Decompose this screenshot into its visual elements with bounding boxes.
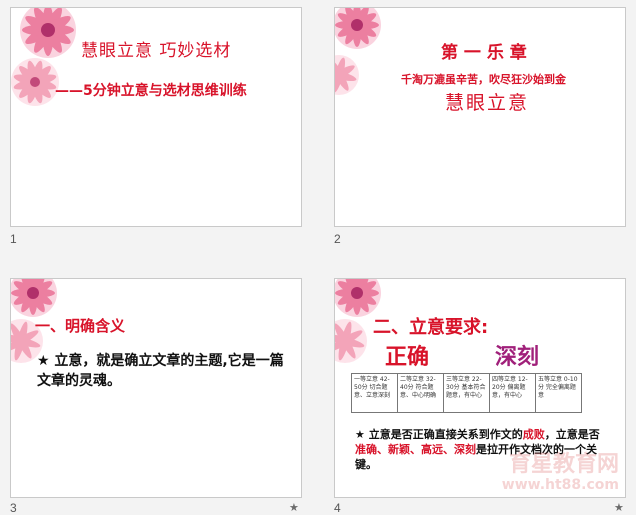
slide-4-body-text: ，立意是否 — [544, 428, 600, 441]
slide-number-2: 2 — [334, 232, 341, 246]
slide-4-word-correct: 正确 — [385, 345, 430, 370]
watermark: 育星教育网 www.ht88.com — [501, 452, 619, 494]
slide-4-animation-star-icon: ★ — [614, 501, 624, 514]
grading-table: 一等立意 42-50分 切合题意、立意深刻 二等立意 32-40分 符合题意、中… — [351, 373, 582, 413]
watermark-name: 育星教育网 — [508, 452, 619, 477]
slide-3-heading: 一、明确含义 — [35, 317, 126, 335]
slide-thumbnail-3[interactable]: 一、明确含义 ★ 立意，就是确立文章的主题,它是一篇文章的灵魂。 — [10, 278, 302, 498]
table-cell: 一等立意 42-50分 切合题意、立意深刻 — [351, 373, 398, 413]
watermark-url: www.ht88.com — [501, 477, 619, 493]
slide-thumbnail-2[interactable]: 第 一 乐 章 千淘万漉虽辛苦，吹尽狂沙始到金 慧眼立意 — [334, 7, 626, 227]
slide-thumbnail-1[interactable]: 慧眼立意 巧妙选材 ——5分钟立意与选材思维训练 — [10, 7, 302, 227]
slide-3-animation-star-icon: ★ — [289, 501, 299, 514]
slide-2-title: 第 一 乐 章 — [441, 43, 527, 63]
table-cell: 五等立意 0-10分 完全偏离题意 — [535, 373, 582, 413]
slide-3-body: ★ 立意，就是确立文章的主题,它是一篇文章的灵魂。 — [37, 353, 284, 389]
table-cell: 二等立意 32-40分 符合题意、中心明确 — [397, 373, 444, 413]
slide-number-1: 1 — [10, 232, 17, 246]
table-cell: 四等立意 12-20分 偏离题意，有中心 — [489, 373, 536, 413]
slide-1-subtitle: ——5分钟立意与选材思维训练 — [55, 83, 247, 99]
slide-thumbnail-4[interactable]: 二、立意要求: 正确 深刻 一等立意 42-50分 切合题意、立意深刻 二等立意… — [334, 278, 626, 498]
flower-decoration-icon — [335, 8, 381, 95]
slide-4-body-text: ★ 立意是否正确直接关系到作文的 — [355, 428, 523, 441]
slide-4-heading: 二、立意要求: — [373, 317, 489, 338]
slide-1-title: 慧眼立意 巧妙选材 — [81, 41, 232, 61]
slide-2-line: 千淘万漉虽辛苦，吹尽狂沙始到金 — [401, 73, 566, 86]
slide-4-body-highlight: 准确、新颖、高远、深刻 — [355, 443, 476, 456]
table-cell: 三等立意 22-30分 基本符合题意，有中心 — [443, 373, 490, 413]
slide-4-body-highlight: 成败 — [522, 428, 545, 441]
slide-4-word-deep: 深刻 — [495, 345, 540, 370]
slide-2-subtitle: 慧眼立意 — [445, 92, 530, 114]
